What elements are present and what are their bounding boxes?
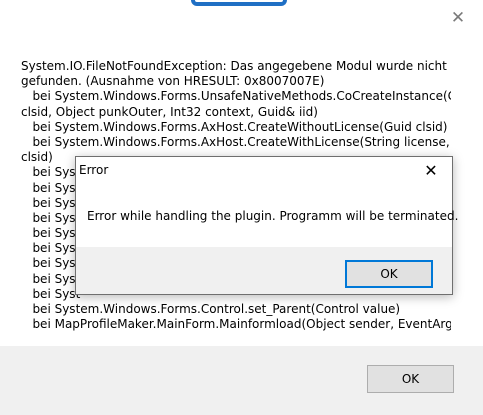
exception-line: bei System.Windows.Forms.Control.set_Par…: [21, 302, 401, 316]
dialog-title: Error: [79, 163, 109, 177]
close-icon[interactable]: ✕: [418, 160, 444, 182]
dialog-message: Error while handling the plugin. Program…: [87, 209, 459, 223]
exception-line: bei System.Windows.Forms.AxHost.CreateWi…: [21, 119, 448, 134]
ok-button[interactable]: OK: [367, 365, 454, 393]
exception-line: clsid, Object punkOuter, Int32 context, …: [21, 104, 318, 119]
exception-line: bei System.Windows.Forms.UnsafeNativeMet…: [21, 89, 451, 104]
exception-line: gefunden. (Ausnahme von HRESULT: 0x80070…: [21, 74, 325, 89]
dialog-title-bar[interactable]: Error ✕: [76, 157, 452, 184]
close-icon[interactable]: ✕: [448, 8, 468, 28]
window-top-tab: [191, 0, 287, 6]
exception-line: bei MapProfileMaker.MainForm.Mainformloa…: [21, 317, 451, 332]
dialog-ok-button[interactable]: OK: [345, 260, 433, 288]
exception-line: System.IO.FileNotFoundException: Das ang…: [21, 59, 447, 73]
exception-line: bei System.Windows.Forms.AxHost.CreateWi…: [21, 134, 451, 149]
